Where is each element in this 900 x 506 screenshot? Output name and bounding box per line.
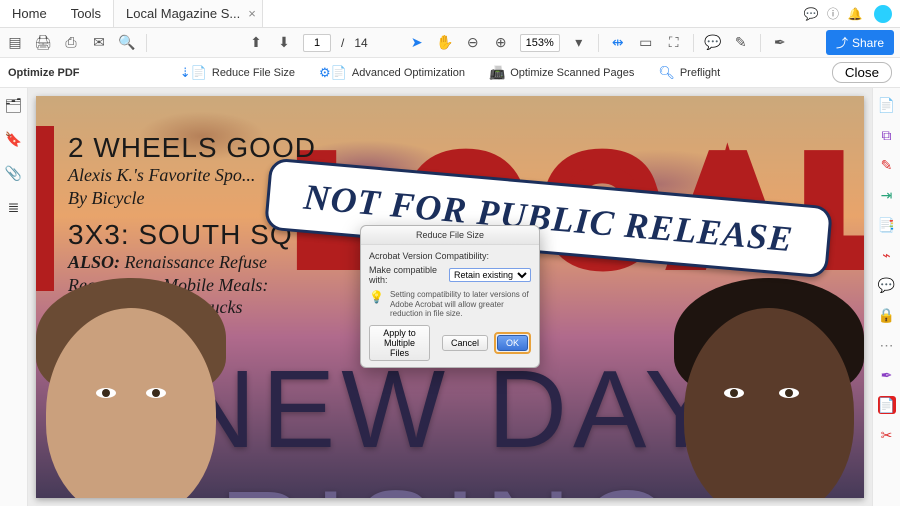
- tab-tools[interactable]: Tools: [59, 0, 113, 27]
- export-pdf-icon[interactable]: ⇥: [878, 186, 896, 204]
- create-pdf-icon[interactable]: 📄: [878, 96, 896, 114]
- lightbulb-icon: 💡: [369, 290, 384, 304]
- comment-icon[interactable]: 💬: [704, 34, 722, 52]
- divider: [760, 34, 761, 52]
- divider: [146, 34, 147, 52]
- save-icon[interactable]: ⎙: [62, 34, 80, 52]
- apply-multiple-button[interactable]: Apply to Multiple Files: [369, 325, 430, 361]
- more-tools-icon[interactable]: ⋯: [878, 336, 896, 354]
- read-mode-icon[interactable]: ⛶: [665, 34, 683, 52]
- divider: [598, 34, 599, 52]
- organize-icon[interactable]: 📑: [878, 216, 896, 234]
- thumbnails-icon[interactable]: 🗂: [5, 96, 23, 114]
- masthead-accent: [36, 126, 54, 291]
- headline-1: 2 WHEELS GOOD: [68, 132, 368, 164]
- user-avatar[interactable]: [874, 5, 892, 23]
- page-total: 14: [354, 36, 367, 50]
- tab-bar: Home Tools Local Magazine S... × 💬 ⓘ 🔔: [0, 0, 900, 28]
- optimize-pdf-icon[interactable]: 📄: [878, 396, 896, 414]
- option-preflight[interactable]: 🔍︎ Preflight: [658, 65, 720, 81]
- sidebar-toggle-icon[interactable]: ▤: [6, 34, 24, 52]
- cover-face-left: [36, 268, 236, 498]
- preflight-icon: 🔍︎: [658, 65, 675, 81]
- hand-tool-icon[interactable]: ✋: [436, 34, 454, 52]
- option-label: Preflight: [680, 67, 720, 79]
- attachments-icon[interactable]: 📎: [5, 164, 23, 182]
- ok-focus-ring: OK: [494, 332, 531, 354]
- tab-home[interactable]: Home: [0, 0, 59, 27]
- ok-button[interactable]: OK: [497, 335, 528, 351]
- scanned-icon: 📠: [489, 65, 505, 81]
- comment-tool-icon[interactable]: 💬: [878, 276, 896, 294]
- fill-sign-icon[interactable]: ✒︎: [878, 366, 896, 384]
- reduce-icon: ⇣📄: [180, 65, 207, 81]
- tip-text: Setting compatibility to later versions …: [390, 290, 531, 319]
- fit-page-icon[interactable]: ▭: [637, 34, 655, 52]
- edit-pdf-icon[interactable]: ✎: [878, 156, 896, 174]
- share-label: Share: [852, 36, 884, 50]
- compatibility-select[interactable]: Retain existing: [449, 268, 531, 282]
- divider: [693, 34, 694, 52]
- search-icon[interactable]: 🔍: [118, 34, 136, 52]
- zoom-in-icon[interactable]: ⊕: [492, 34, 510, 52]
- help-icon[interactable]: ⓘ: [822, 5, 844, 22]
- redact-icon[interactable]: ✂︎: [878, 426, 896, 444]
- option-reduce-file-size[interactable]: ⇣📄 Reduce File Size: [180, 65, 295, 81]
- enhance-scan-icon[interactable]: ⌁: [878, 246, 896, 264]
- page-sep: /: [341, 36, 344, 50]
- tab-document-label: Local Magazine S...: [126, 6, 240, 21]
- zoom-dropdown-icon[interactable]: ▾: [570, 34, 588, 52]
- cancel-button[interactable]: Cancel: [442, 335, 488, 351]
- dialog-title: Reduce File Size: [361, 226, 539, 245]
- option-label: Reduce File Size: [212, 67, 295, 79]
- email-icon[interactable]: ✉: [90, 34, 108, 52]
- compatibility-label: Acrobat Version Compatibility:: [369, 251, 531, 261]
- page-down-icon[interactable]: ⬇: [275, 34, 293, 52]
- optimize-toolbar: Optimize PDF ⇣📄Reduce File Size ⚙︎📄Advan…: [0, 58, 900, 88]
- share-button[interactable]: ⤴ Share: [826, 30, 894, 55]
- page-number-input[interactable]: [303, 34, 331, 52]
- protect-icon[interactable]: 🔒: [878, 306, 896, 324]
- left-rail: 🗂 🔖 📎 ≣: [0, 88, 28, 506]
- bookmarks-icon[interactable]: 🔖: [5, 130, 23, 148]
- tab-close-icon[interactable]: ×: [248, 6, 256, 21]
- option-label: Advanced Optimization: [352, 67, 465, 79]
- highlight-icon[interactable]: ✎: [732, 34, 750, 52]
- selection-tool-icon[interactable]: ➤: [408, 34, 426, 52]
- reduce-file-size-dialog: Reduce File Size Acrobat Version Compati…: [360, 225, 540, 368]
- option-optimize-scanned[interactable]: 📠 Optimize Scanned Pages: [489, 65, 634, 81]
- option-label: Optimize Scanned Pages: [510, 67, 634, 79]
- right-tool-rail: 📄 ⧉ ✎ ⇥ 📑 ⌁ 💬 🔒 ⋯ ✒︎ 📄 ✂︎: [872, 88, 900, 506]
- dialog-tip: 💡 Setting compatibility to later version…: [369, 290, 531, 319]
- cover-face-right: [644, 268, 864, 498]
- zoom-out-icon[interactable]: ⊖: [464, 34, 482, 52]
- main-toolbar: ▤ 🖨 ⎙ ✉ 🔍 ⬆ ⬇ / 14 ➤ ✋ ⊖ ⊕ ▾ ⇹ ▭ ⛶ 💬 ✎ ✒…: [0, 28, 900, 58]
- print-icon[interactable]: 🖨: [34, 34, 52, 52]
- combine-icon[interactable]: ⧉: [878, 126, 896, 144]
- fit-width-icon[interactable]: ⇹: [609, 34, 627, 52]
- advanced-icon: ⚙︎📄: [319, 65, 347, 81]
- share-icon: ⤴: [836, 34, 848, 51]
- page-up-icon[interactable]: ⬆: [247, 34, 265, 52]
- make-compatible-label: Make compatible with:: [369, 265, 445, 285]
- layers-icon[interactable]: ≣: [5, 198, 23, 216]
- optimize-options: ⇣📄 Reduce File Size ⚙︎📄 Advanced Optimizat…: [0, 65, 900, 81]
- tab-document[interactable]: Local Magazine S... ×: [113, 0, 263, 27]
- option-advanced-optimization[interactable]: ⚙︎📄 Advanced Optimization: [319, 65, 465, 81]
- notifications-icon[interactable]: 🔔: [844, 7, 866, 21]
- sign-icon[interactable]: ✒︎: [771, 34, 789, 52]
- zoom-input[interactable]: [520, 34, 560, 52]
- chat-icon[interactable]: 💬: [800, 7, 822, 21]
